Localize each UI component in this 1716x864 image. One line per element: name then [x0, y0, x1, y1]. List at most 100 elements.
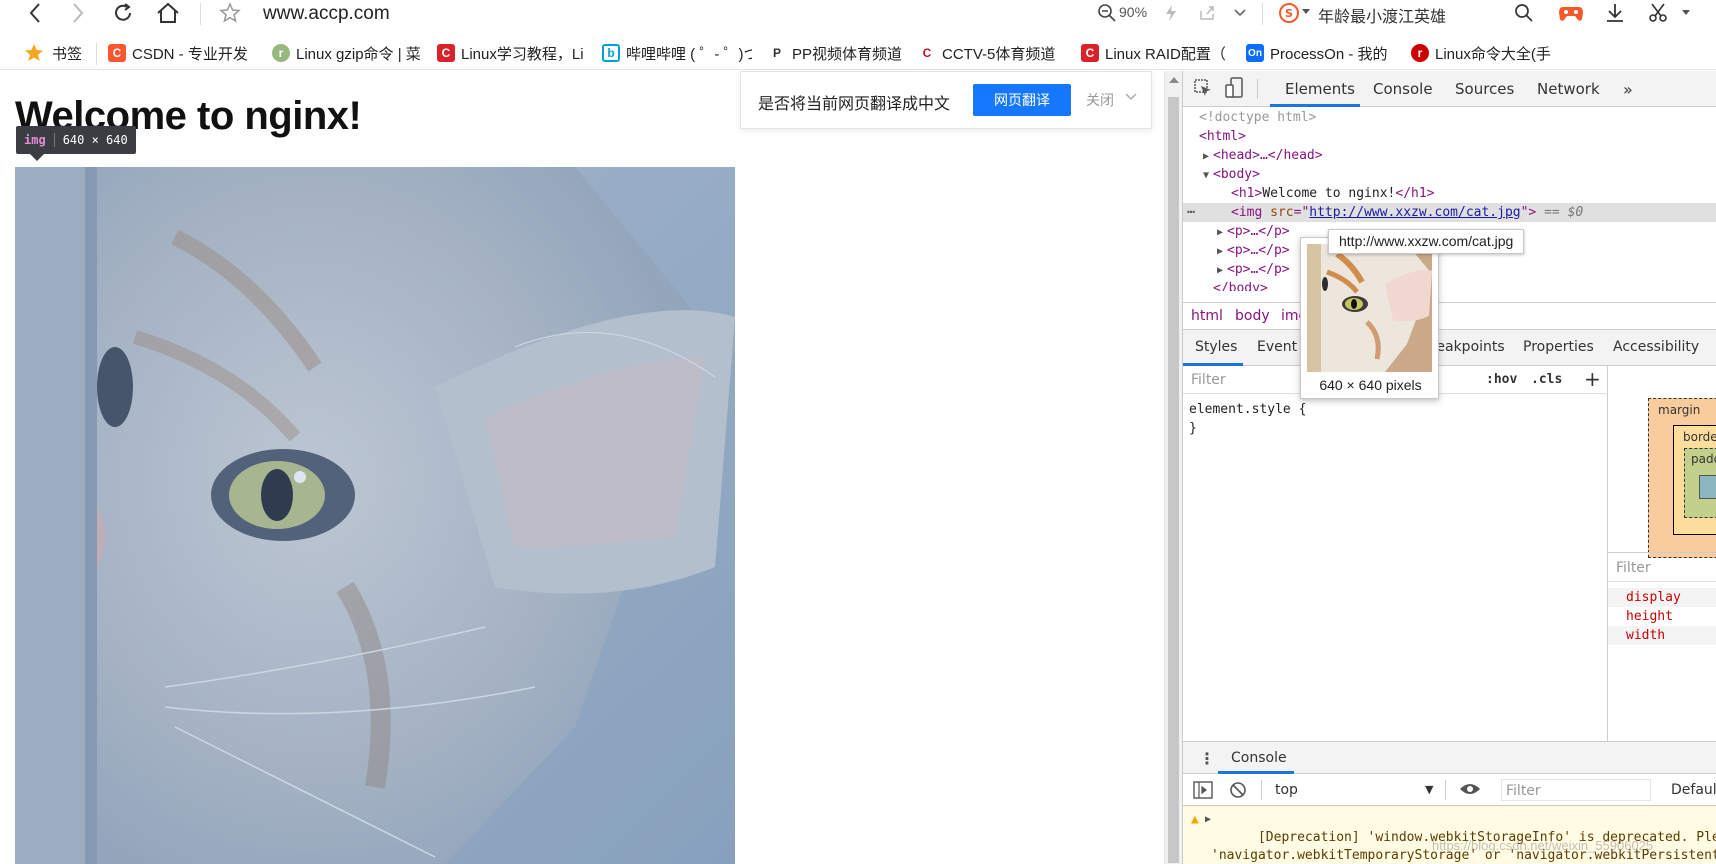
game-button[interactable] — [1556, 0, 1586, 26]
log-levels-dropdown[interactable]: Default levels — [1671, 782, 1716, 798]
more-dropdown-button[interactable] — [1225, 0, 1255, 26]
tab-console[interactable]: Console — [1373, 80, 1433, 98]
crumb-html[interactable]: html — [1191, 308, 1223, 324]
expand-triangle-icon[interactable]: ▶ — [1217, 261, 1227, 280]
dom-node-body-close[interactable]: </body> — [1183, 279, 1716, 291]
translate-close-button[interactable]: 关闭 — [1086, 90, 1114, 110]
console-filter-input[interactable]: Filter — [1501, 779, 1651, 801]
computed-prop-row[interactable]: display — [1608, 588, 1716, 607]
cls-toggle[interactable]: .cls — [1531, 372, 1562, 387]
hov-toggle[interactable]: :hov — [1486, 372, 1517, 387]
search-input[interactable]: 年龄最小渡江英雄 — [1318, 3, 1446, 27]
dom-node-p[interactable]: ▶ <p>…</p> — [1183, 260, 1716, 279]
back-button[interactable] — [20, 0, 50, 26]
drawer-menu-icon[interactable]: ⋮ — [1199, 749, 1215, 768]
tab-styles[interactable]: Styles — [1195, 339, 1237, 355]
bookmark-linux-commands[interactable]: r Linux命令大全(手 — [1411, 42, 1561, 64]
download-button[interactable] — [1600, 0, 1630, 26]
screenshot-menu-button[interactable] — [1671, 0, 1701, 26]
translate-button[interactable]: 网页翻译 — [973, 84, 1071, 116]
tab-elements[interactable]: Elements — [1285, 80, 1355, 98]
element-style-rule[interactable]: element.style { } — [1189, 400, 1306, 438]
bookmark-linux-gzip[interactable]: r Linux gzip命令 | 菜 — [272, 42, 422, 64]
context-selector[interactable]: top — [1275, 782, 1298, 798]
screenshot-button[interactable] — [1643, 0, 1673, 26]
dom-node-doctype[interactable]: <!doctype html> — [1183, 108, 1716, 127]
bookmark-folder[interactable]: 书签 — [24, 42, 82, 64]
bookmark-star-button[interactable] — [215, 0, 245, 26]
scrollbar-thumb[interactable] — [1168, 97, 1179, 863]
img-src-link[interactable]: http://www.xxzw.com/cat.jpg — [1309, 205, 1520, 220]
box-model-padding[interactable]: padding — [1684, 448, 1716, 518]
bookmark-processon[interactable]: On ProcessOn - 我的 — [1246, 42, 1396, 64]
context-dropdown-icon[interactable]: ▼ — [1425, 783, 1433, 796]
box-model-margin[interactable]: margin border padding — [1648, 398, 1716, 558]
expand-triangle-icon[interactable]: ▶ — [1217, 223, 1227, 242]
device-toolbar-icon[interactable] — [1225, 77, 1245, 103]
tab-console-drawer[interactable]: Console — [1231, 750, 1287, 766]
box-model-content[interactable] — [1699, 475, 1716, 499]
bookmark-pp-sports[interactable]: P PP视频体育频道 — [768, 42, 918, 64]
computed-prop-row[interactable]: height — [1608, 607, 1716, 626]
bookmark-bilibili[interactable]: b 哔哩哔哩 ( ゜- ゜)つ — [602, 42, 752, 64]
chevron-down-icon[interactable] — [1125, 90, 1137, 104]
new-rule-plus-icon[interactable]: + — [1584, 367, 1601, 391]
expand-triangle-icon[interactable]: ▶ — [1203, 147, 1213, 166]
bookmark-csdn[interactable]: C CSDN - 专业开发 — [108, 42, 258, 64]
bookmark-label: 书签 — [52, 45, 83, 63]
bookmark-label: CSDN - 专业开发 — [132, 45, 248, 63]
bookmark-divider — [96, 43, 97, 65]
expand-triangle-icon[interactable]: ▶ — [1205, 811, 1211, 829]
computed-filter-input[interactable]: Filter — [1616, 560, 1651, 576]
dom-node-body[interactable]: ▼ <body> — [1183, 165, 1716, 184]
share-button[interactable] — [1192, 0, 1222, 26]
computed-prop-height: height — [1626, 609, 1673, 624]
dom-node-h1[interactable]: <h1>Welcome to nginx!</h1> — [1183, 184, 1716, 203]
home-button[interactable] — [153, 0, 183, 26]
bookmark-cctv5[interactable]: C CCTV-5体育频道 — [918, 42, 1068, 64]
page-scrollbar[interactable] — [1164, 71, 1182, 864]
bookmark-linux-tutorial[interactable]: C Linux学习教程，Li — [437, 42, 587, 64]
tooltip-size: 640 × 640 — [62, 133, 128, 147]
tab-accessibility[interactable]: Accessibility — [1613, 339, 1699, 355]
address-bar[interactable]: www.accp.com — [263, 3, 390, 25]
bookmark-linux-raid[interactable]: C Linux RAID配置（ — [1081, 42, 1231, 64]
box-model-border[interactable]: border padding — [1673, 425, 1716, 535]
cat-thumbnail-illustration — [1307, 244, 1432, 372]
reload-button[interactable] — [108, 0, 138, 26]
live-expression-eye-icon[interactable] — [1459, 781, 1481, 801]
tab-properties[interactable]: Properties — [1523, 339, 1594, 355]
bookmark-label: Linux RAID配置（ — [1105, 45, 1226, 63]
forward-button[interactable] — [63, 0, 93, 26]
expand-triangle-icon[interactable]: ▶ — [1217, 242, 1227, 261]
watermark: https://blog.csdn.net/weixin_55906025 — [1432, 838, 1654, 853]
dom-node-head[interactable]: ▶ <head>…</head> — [1183, 146, 1716, 165]
scroll-up-arrow-icon[interactable] — [1169, 77, 1179, 83]
dom-node-img-selected[interactable]: ⋯ <img src="http://www.xxzw.com/cat.jpg"… — [1183, 203, 1716, 222]
more-actions-icon[interactable]: ⋯ — [1187, 203, 1195, 222]
sidebar-toggle-icon[interactable] — [1193, 781, 1213, 803]
speed-mode-button[interactable] — [1156, 0, 1186, 26]
cat-image[interactable] — [15, 167, 735, 864]
more-tabs-icon[interactable]: » — [1623, 80, 1633, 99]
search-box[interactable]: S 年龄最小渡江英雄 — [1276, 0, 1546, 26]
clear-console-icon[interactable] — [1229, 781, 1247, 803]
csdn-icon: C — [108, 44, 126, 62]
tab-network[interactable]: Network — [1537, 80, 1600, 98]
inspect-element-icon[interactable] — [1193, 78, 1213, 102]
collapse-triangle-icon[interactable]: ▼ — [1203, 166, 1213, 185]
zoom-button[interactable] — [1092, 0, 1122, 26]
search-button[interactable] — [1509, 0, 1539, 26]
gamepad-icon — [1559, 7, 1583, 21]
translate-prompt-text: 是否将当前网页翻译成中文 — [758, 96, 951, 113]
cctv-icon: C — [918, 44, 936, 62]
styles-filter-input[interactable]: Filter — [1191, 372, 1226, 388]
toolbar-divider — [1262, 3, 1263, 25]
crumb-body[interactable]: body — [1235, 308, 1270, 324]
console-warning-message[interactable]: ▲ ▶ [Deprecation] 'window.webkitStorageInf… — [1183, 806, 1716, 864]
tab-sources[interactable]: Sources — [1455, 80, 1514, 98]
dom-node-html[interactable]: <html> — [1183, 127, 1716, 146]
doctype-text: <!doctype html> — [1199, 110, 1317, 125]
h1-text: Welcome to nginx! — [1262, 186, 1396, 201]
computed-prop-row[interactable]: width — [1608, 626, 1716, 645]
